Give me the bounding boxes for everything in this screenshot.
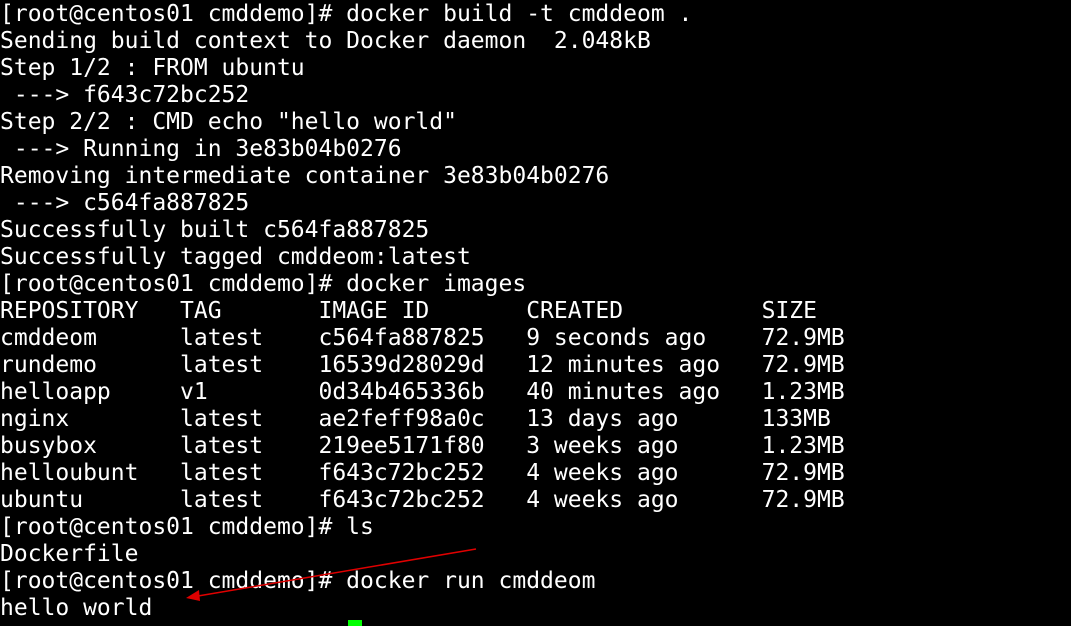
terminal-line-removing-container: Removing intermediate container 3e83b04b… bbox=[0, 163, 610, 189]
terminal-line-step-1: Step 1/2 : FROM ubuntu bbox=[0, 55, 305, 81]
terminal-line-step-1-result: ---> f643c72bc252 bbox=[0, 82, 250, 108]
terminal-line-successfully-tagged: Successfully tagged cmddeom:latest bbox=[0, 244, 471, 270]
terminal-line-running: ---> Running in 3e83b04b0276 bbox=[0, 136, 402, 162]
images-table-row: nginx latest ae2feff98a0c 13 days ago 13… bbox=[0, 406, 831, 432]
terminal-line-images-command: [root@centos01 cmddemo]# docker images bbox=[0, 271, 527, 297]
terminal-line-step-2: Step 2/2 : CMD echo "hello world" bbox=[0, 109, 457, 135]
images-table-row: cmddeom latest c564fa887825 9 seconds ag… bbox=[0, 325, 845, 351]
terminal-line-successfully-built: Successfully built c564fa887825 bbox=[0, 217, 430, 243]
images-table-row: helloubunt latest f643c72bc252 4 weeks a… bbox=[0, 460, 845, 486]
terminal-line-ls-output: Dockerfile bbox=[0, 541, 139, 567]
images-table-row: busybox latest 219ee5171f80 3 weeks ago … bbox=[0, 433, 845, 459]
images-table-row: ubuntu latest f643c72bc252 4 weeks ago 7… bbox=[0, 487, 845, 513]
images-table-header: REPOSITORY TAG IMAGE ID CREATED SIZE bbox=[0, 298, 817, 324]
images-table-row: rundemo latest 16539d28029d 12 minutes a… bbox=[0, 352, 845, 378]
images-table-row: helloapp v1 0d34b465336b 40 minutes ago … bbox=[0, 379, 845, 405]
terminal-cursor bbox=[348, 620, 362, 626]
terminal-line-step-2-result: ---> c564fa887825 bbox=[0, 190, 250, 216]
terminal-line-run-output: hello world bbox=[0, 595, 153, 621]
terminal-line-ls-command: [root@centos01 cmddemo]# ls bbox=[0, 514, 374, 540]
terminal-line-build-command: [root@centos01 cmddemo]# docker build -t… bbox=[0, 1, 693, 27]
terminal-line-sending-context: Sending build context to Docker daemon 2… bbox=[0, 28, 651, 54]
terminal-line-run-command: [root@centos01 cmddemo]# docker run cmdd… bbox=[0, 568, 596, 594]
terminal-window[interactable]: [root@centos01 cmddemo]# docker build -t… bbox=[0, 0, 1071, 626]
